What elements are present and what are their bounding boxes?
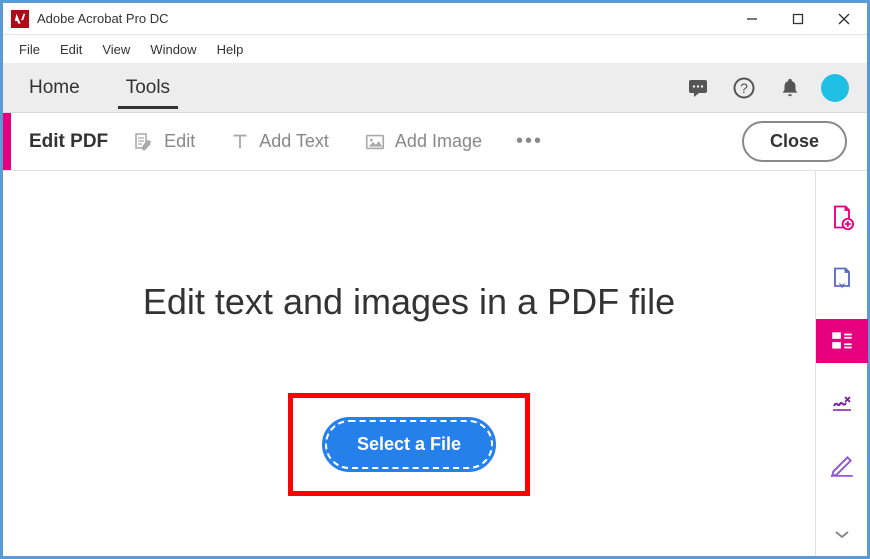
- add-image-icon: [363, 131, 387, 153]
- window-titlebar: Adobe Acrobat Pro DC: [3, 3, 867, 35]
- add-text-icon: [229, 131, 251, 153]
- headline-text: Edit text and images in a PDF file: [143, 281, 675, 323]
- toolbar-context-label: Edit PDF: [29, 131, 108, 153]
- create-pdf-icon[interactable]: [820, 195, 864, 239]
- menubar: File Edit View Window Help: [3, 35, 867, 63]
- window-title: Adobe Acrobat Pro DC: [37, 11, 729, 26]
- window-maximize-button[interactable]: [775, 3, 821, 35]
- add-text-tool-label: Add Text: [259, 131, 329, 152]
- menu-view[interactable]: View: [92, 38, 140, 61]
- add-text-tool-button[interactable]: Add Text: [229, 131, 329, 153]
- menu-edit[interactable]: Edit: [50, 38, 92, 61]
- select-file-highlight: Select a File: [288, 393, 530, 496]
- workspace: Edit text and images in a PDF file Selec…: [3, 171, 867, 556]
- edit-icon: [132, 130, 156, 154]
- edit-tool-label: Edit: [164, 131, 195, 152]
- tab-tools[interactable]: Tools: [118, 67, 178, 109]
- menu-window[interactable]: Window: [140, 38, 206, 61]
- comment-icon[interactable]: [820, 443, 864, 487]
- help-icon[interactable]: ?: [727, 71, 761, 105]
- sign-icon[interactable]: [820, 381, 864, 425]
- right-tools-rail: [815, 171, 867, 556]
- menu-file[interactable]: File: [9, 38, 50, 61]
- edit-pdf-toolbar: Edit PDF Edit Add Text Add Image ••• Clo…: [3, 113, 867, 171]
- edit-tool-button[interactable]: Edit: [132, 130, 195, 154]
- user-avatar[interactable]: [821, 74, 849, 102]
- main-canvas: Edit text and images in a PDF file Selec…: [3, 171, 815, 556]
- expand-rail-chevron-icon[interactable]: [833, 527, 851, 546]
- select-a-file-button[interactable]: Select a File: [325, 420, 493, 469]
- menu-help[interactable]: Help: [207, 38, 254, 61]
- svg-text:?: ?: [740, 80, 748, 96]
- context-accent-bar: [3, 113, 11, 170]
- app-icon: [11, 10, 29, 28]
- edit-pdf-rail-icon[interactable]: [816, 319, 868, 363]
- notifications-icon[interactable]: [773, 71, 807, 105]
- window-minimize-button[interactable]: [729, 3, 775, 35]
- window-close-button[interactable]: [821, 3, 867, 35]
- add-image-tool-button[interactable]: Add Image: [363, 131, 482, 153]
- messages-icon[interactable]: [681, 71, 715, 105]
- more-tools-button[interactable]: •••: [516, 130, 543, 153]
- close-button[interactable]: Close: [742, 121, 847, 162]
- tabbar: Home Tools ?: [3, 63, 867, 113]
- add-image-tool-label: Add Image: [395, 131, 482, 152]
- tab-home[interactable]: Home: [21, 67, 88, 109]
- export-pdf-icon[interactable]: [820, 257, 864, 301]
